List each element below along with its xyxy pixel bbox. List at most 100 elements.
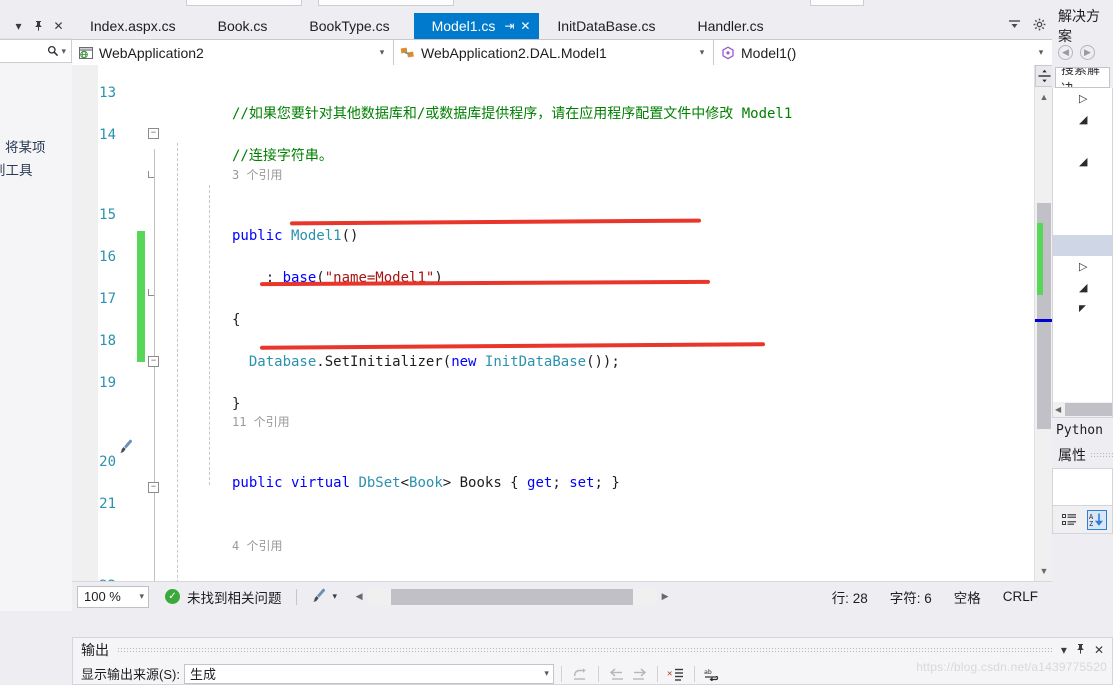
gear-icon[interactable]: [1033, 18, 1046, 34]
tree-row[interactable]: ◤: [1053, 298, 1112, 319]
toolbox-search-box[interactable]: ▾: [0, 39, 72, 63]
close-icon[interactable]: ✕: [1094, 643, 1104, 657]
code-line-14[interactable]: 14 //连接字符串。: [72, 104, 1052, 164]
hscroll-left-arrow[interactable]: ◀: [351, 591, 367, 602]
brush-icon[interactable]: [311, 588, 327, 606]
code-cleanup-control[interactable]: ▾: [311, 588, 338, 606]
solution-tree[interactable]: ▷ ◢ ◢ ▷ ◢ ◤ ◀: [1052, 88, 1113, 418]
categorized-icon[interactable]: [1059, 510, 1079, 530]
tree-row[interactable]: ◢: [1053, 151, 1112, 172]
code-line-19[interactable]: 19 }: [72, 352, 1052, 412]
codelens-references-booktypes[interactable]: 4 个引用: [72, 518, 1052, 553]
toolbar-combo-fragment-1[interactable]: [186, 0, 302, 6]
code-line-13[interactable]: 13 //如果您要针对其他数据库和/或数据库提供程序，请在应用程序配置文件中修改…: [72, 65, 1052, 122]
collapse-toggle-30[interactable]: −: [148, 482, 159, 493]
code-line-22[interactable]: 22 public virtual DbSet<BookType> BookTy…: [72, 555, 1052, 581]
chevron-down-icon[interactable]: ◢: [1079, 155, 1087, 168]
navbar-type-dropdown[interactable]: WebApplication2.DAL.Model1 ▾: [394, 40, 714, 65]
zoom-level-dropdown[interactable]: 100 % ▾: [77, 585, 149, 608]
hscroll-track[interactable]: [367, 588, 658, 605]
chevron-down-icon[interactable]: ▾: [695, 47, 709, 58]
go-previous-icon[interactable]: [606, 665, 628, 683]
codelens-references-model1-ctor[interactable]: 3 个引用: [72, 147, 1052, 182]
tree-row[interactable]: [1053, 130, 1112, 151]
scroll-up-arrow[interactable]: ▲: [1035, 89, 1053, 105]
code-line-18[interactable]: 18 Database.SetInitializer(new InitDataB…: [72, 310, 1052, 370]
chevron-down-icon[interactable]: ◢: [1079, 281, 1087, 294]
clear-all-icon[interactable]: [569, 665, 591, 683]
code-line-20[interactable]: 20 public virtual DbSet<Book> Books { ge…: [72, 431, 1052, 491]
tree-row[interactable]: ◢: [1053, 109, 1112, 130]
chevron-down-icon[interactable]: ▾: [139, 591, 144, 602]
tree-row-selected[interactable]: [1053, 235, 1112, 256]
alphabetical-sort-icon[interactable]: AZ: [1087, 509, 1107, 530]
pin-icon[interactable]: [1075, 643, 1086, 657]
code-line-21[interactable]: 21: [72, 473, 1052, 512]
chevron-down-icon[interactable]: ▾: [12, 19, 25, 32]
hscroll-thumb[interactable]: [391, 588, 634, 605]
scroll-down-arrow[interactable]: ▼: [1035, 563, 1053, 579]
tab-close-icon[interactable]: ✕: [517, 19, 533, 33]
chevron-right-icon[interactable]: ▷: [1079, 260, 1087, 273]
chevron-down-icon[interactable]: ▾: [544, 668, 549, 679]
code-line-16[interactable]: 16 : base("name=Model1"): [72, 226, 1052, 286]
editor-horizontal-scrollbar[interactable]: ◀ ▶: [351, 588, 673, 606]
split-view-icon[interactable]: [1035, 65, 1053, 87]
collapse-toggle-24[interactable]: −: [148, 356, 159, 367]
tree-row[interactable]: [1053, 214, 1112, 235]
navbar-project-dropdown[interactable]: WebApplication2 ▾: [72, 40, 394, 65]
brush-icon[interactable]: [118, 439, 134, 457]
tree-row[interactable]: ▷: [1053, 256, 1112, 277]
chevron-down-icon[interactable]: ▾: [333, 591, 338, 602]
output-source-dropdown[interactable]: 生成 ▾: [183, 663, 554, 684]
word-wrap-icon[interactable]: ab: [702, 665, 724, 683]
chevron-down-icon[interactable]: ▾: [375, 47, 389, 58]
code-line-15[interactable]: 15 public Model1(): [72, 184, 1052, 244]
chevron-down-icon[interactable]: ▾: [1061, 643, 1067, 657]
chevron-up-icon[interactable]: ◤: [1079, 303, 1086, 314]
codelens-references-books[interactable]: 11 个引用: [72, 394, 1052, 429]
chevron-down-icon[interactable]: ▾: [1034, 47, 1048, 58]
pin-icon[interactable]: [32, 19, 45, 32]
close-icon[interactable]: ✕: [52, 19, 65, 32]
tree-row[interactable]: [1053, 193, 1112, 214]
toolbar-combo-fragment-2[interactable]: [318, 0, 454, 6]
tab-overflow-icon[interactable]: [1008, 19, 1021, 33]
code-editor-surface[interactable]: 13 //如果您要针对其他数据库和/或数据库提供程序，请在应用程序配置文件中修改…: [72, 65, 1052, 581]
line-number: 13: [99, 85, 116, 101]
tab-initdatabase-cs[interactable]: InitDataBase.cs: [539, 13, 680, 39]
tab-pin-icon[interactable]: ⇥: [501, 19, 517, 33]
solution-tree-hscrollbar[interactable]: ◀: [1053, 402, 1112, 417]
cancel-build-icon[interactable]: ✕: [665, 665, 687, 683]
arrow-forward-icon[interactable]: ▶: [1080, 44, 1095, 60]
tab-book-cs[interactable]: Book.cs: [199, 13, 292, 39]
tree-row[interactable]: [1053, 172, 1112, 193]
code-line-17[interactable]: 17 {: [72, 268, 1052, 328]
issue-status[interactable]: ✓ 未找到相关问题: [165, 587, 282, 607]
tab-handler-cs[interactable]: Handler.cs: [679, 13, 788, 39]
panel-drag-dots[interactable]: [117, 647, 1053, 653]
navbar-member-dropdown[interactable]: Model1() ▾: [714, 40, 1052, 65]
chevron-right-icon[interactable]: ▷: [1079, 92, 1087, 105]
tab-booktype-cs[interactable]: BookType.cs: [291, 13, 414, 39]
hscroll-right-arrow[interactable]: ▶: [657, 591, 673, 602]
toolbar-divider: [560, 665, 562, 682]
tree-row[interactable]: ▷: [1053, 88, 1112, 109]
properties-object-selector[interactable]: [1052, 468, 1113, 506]
python-environments-label[interactable]: Python: [1052, 418, 1113, 442]
tab-index-aspx-cs[interactable]: Index.aspx.cs: [72, 13, 200, 39]
editor-vertical-scrollbar[interactable]: ▲ ▼: [1034, 65, 1053, 581]
go-next-icon[interactable]: [628, 665, 650, 683]
toolbar-combo-fragment-3[interactable]: [810, 0, 864, 6]
tree-row[interactable]: ◢: [1053, 277, 1112, 298]
editor-panel: Index.aspx.cs Book.cs BookType.cs Model1…: [72, 13, 1053, 611]
tab-model1-cs[interactable]: Model1.cs ⇥ ✕: [413, 13, 540, 39]
solution-search-input[interactable]: 搜索解决: [1055, 67, 1110, 88]
arrow-back-icon[interactable]: ◀: [1058, 44, 1073, 60]
collapse-toggle-15[interactable]: −: [148, 128, 159, 139]
hscroll-thumb[interactable]: [1065, 403, 1112, 416]
panel-drag-dots[interactable]: [1090, 452, 1113, 458]
search-scope-caret-icon[interactable]: ▾: [61, 46, 66, 57]
hscroll-left-arrow[interactable]: ◀: [1053, 405, 1063, 414]
chevron-down-icon[interactable]: ◢: [1079, 113, 1087, 126]
